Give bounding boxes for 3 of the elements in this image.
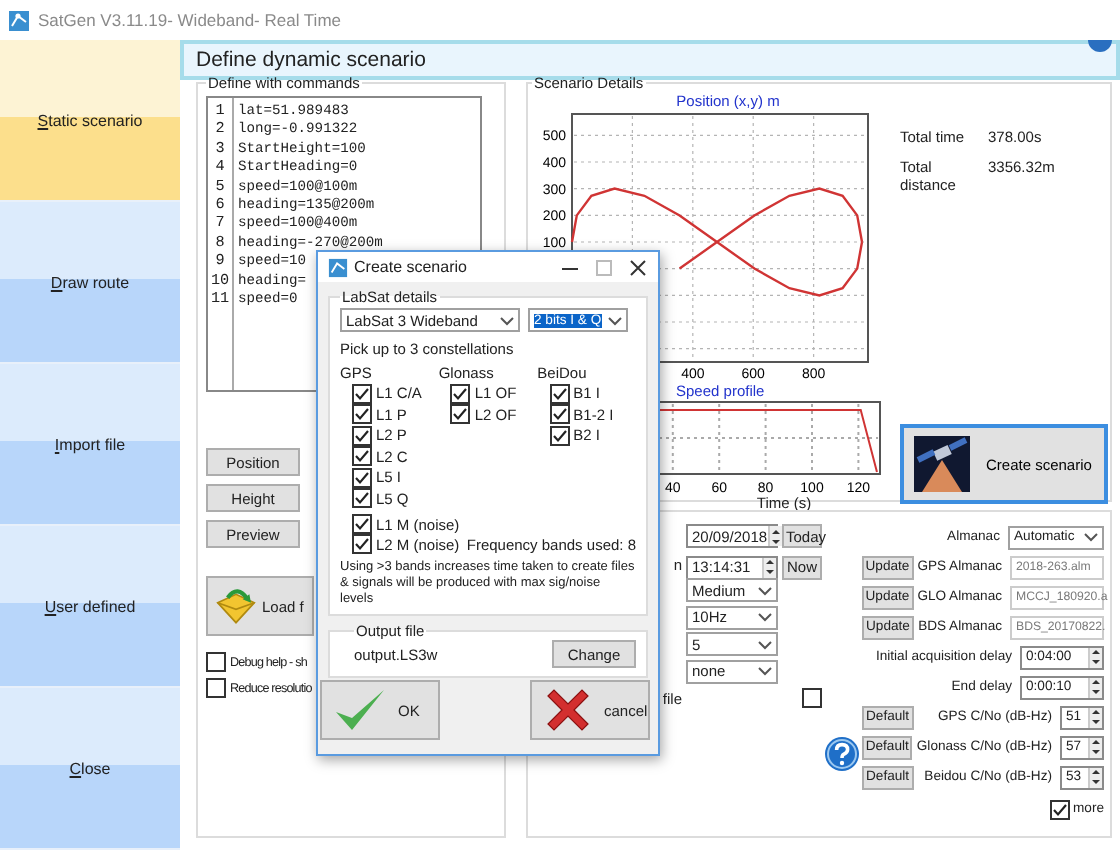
page-title: Define dynamic scenario bbox=[194, 48, 426, 72]
dialog-title: Create scenario bbox=[354, 258, 469, 276]
window-title: SatGen V3.11.19- Wideband- Real Time bbox=[38, 10, 342, 30]
